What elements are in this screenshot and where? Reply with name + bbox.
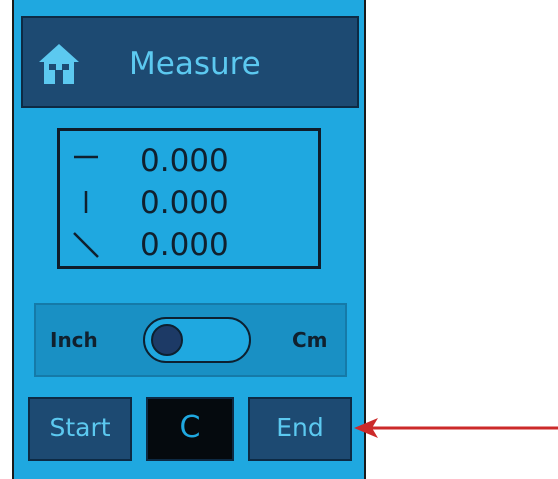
- measurement-readout: 0.000 0.000 0.000: [57, 128, 321, 269]
- unit-selector: Inch Cm: [34, 303, 347, 377]
- home-icon[interactable]: [35, 40, 83, 88]
- horizontal-line-icon: [74, 155, 98, 159]
- diagonal-line-icon: [73, 232, 99, 258]
- page-title: Measure: [129, 46, 261, 82]
- start-button[interactable]: Start: [28, 397, 132, 461]
- readout-row-diagonal: 0.000: [60, 225, 318, 265]
- clear-button[interactable]: C: [146, 397, 234, 461]
- vertical-line-icon: [84, 191, 88, 213]
- figure: Measure 0.000 0.000 0.000 Inch Cm Start …: [0, 0, 558, 479]
- unit-toggle[interactable]: [143, 317, 251, 363]
- diagonal-value: 0.000: [140, 227, 229, 263]
- readout-row-vertical: 0.000: [60, 183, 318, 223]
- end-button[interactable]: End: [248, 397, 352, 461]
- header-bar: Measure: [21, 16, 359, 108]
- unit-label-inch: Inch: [50, 328, 98, 352]
- annotation-arrow-icon: [354, 418, 558, 438]
- readout-row-horizontal: 0.000: [60, 141, 318, 181]
- unit-label-cm: Cm: [292, 328, 328, 352]
- horizontal-value: 0.000: [140, 143, 229, 179]
- measure-panel: Measure 0.000 0.000 0.000 Inch Cm Start …: [12, 0, 366, 479]
- vertical-value: 0.000: [140, 185, 229, 221]
- toggle-knob[interactable]: [151, 324, 183, 356]
